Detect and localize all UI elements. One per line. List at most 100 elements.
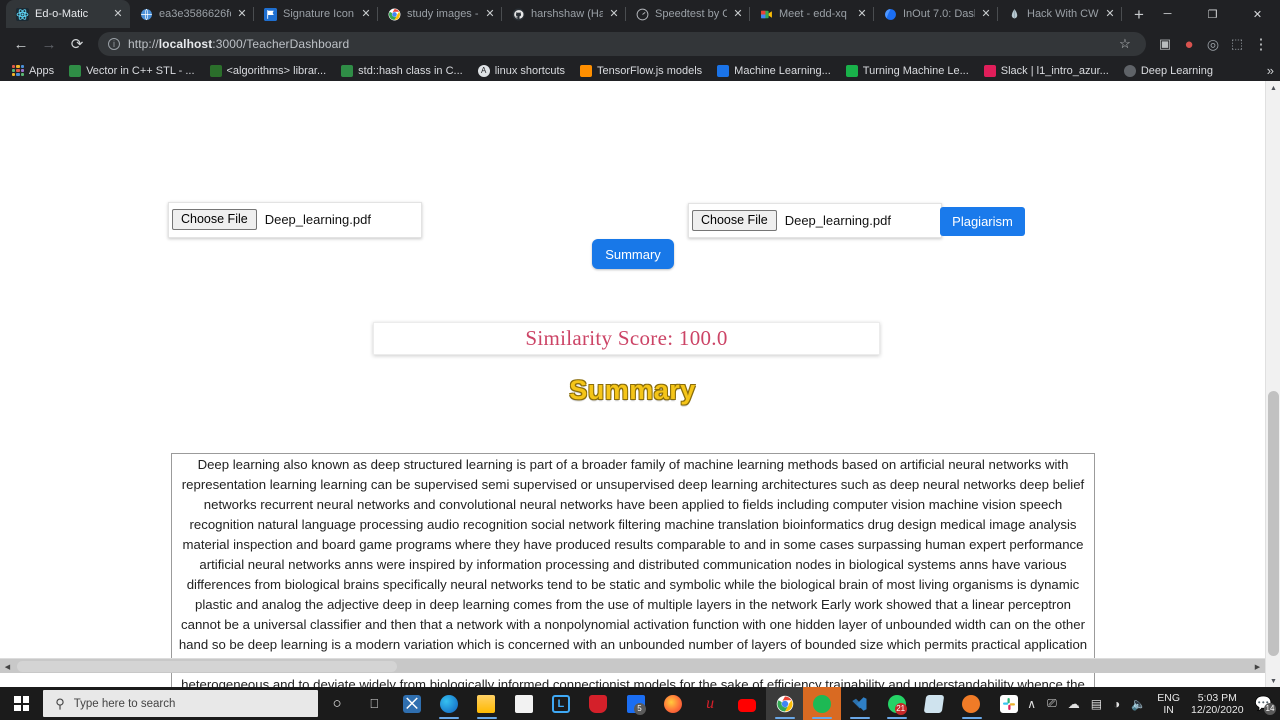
close-icon[interactable]: ✕ xyxy=(361,9,371,20)
microsoft-store-icon[interactable] xyxy=(505,687,542,720)
bookmark-item-2[interactable]: <algorithms> librar... xyxy=(204,64,333,77)
bookmark-item-3[interactable]: std::hash class in C... xyxy=(335,64,469,77)
summary-button[interactable]: Summary xyxy=(592,239,674,269)
taskbar-search[interactable]: ⚲ Type here to search xyxy=(43,690,319,717)
vscroll-thumb[interactable] xyxy=(1268,391,1279,656)
slack-icon[interactable] xyxy=(990,687,1027,720)
profile-avatar-icon[interactable]: ● xyxy=(1178,33,1200,55)
browser-tab-2[interactable]: Signature Icon ✕ xyxy=(254,0,378,28)
bookmark-item-8[interactable]: Slack | l1_intro_azur... xyxy=(978,64,1115,77)
url-text: http://localhost:3000/TeacherDashboard xyxy=(128,37,350,51)
close-icon[interactable]: ✕ xyxy=(1105,9,1115,20)
chrome-icon[interactable] xyxy=(766,687,804,720)
whatsapp-badge: 21 xyxy=(894,702,907,715)
snipping-tool-icon[interactable] xyxy=(393,687,430,720)
file-upload-left[interactable]: Choose File Deep_learning.pdf xyxy=(172,208,371,230)
choose-file-button-right[interactable]: Choose File xyxy=(692,209,777,231)
screen-cast-icon[interactable]: ⎚ xyxy=(1047,696,1057,711)
task-view-icon[interactable]: ⎕ xyxy=(356,687,393,720)
drive-icon xyxy=(717,64,730,77)
geeksforgeeks-icon xyxy=(69,64,82,77)
libre-office-icon[interactable]: L xyxy=(542,687,579,720)
youtube-icon[interactable] xyxy=(729,687,766,720)
bookmark-star-icon[interactable]: ☆ xyxy=(1114,33,1136,55)
maximize-button[interactable]: ❐ xyxy=(1190,0,1235,28)
tab-title: Signature Icon xyxy=(283,8,354,20)
firefox-icon[interactable] xyxy=(654,687,691,720)
browser-tab-4[interactable]: harshshaw (Ha ✕ xyxy=(502,0,626,28)
volume-icon[interactable]: 🔈 xyxy=(1131,697,1146,711)
orange-app-icon[interactable] xyxy=(953,687,990,720)
bookmark-item-9[interactable]: Deep Learning xyxy=(1118,64,1219,77)
wifi-icon[interactable]: ◑ xyxy=(1113,697,1120,711)
onedrive-cloud-icon[interactable]: ☁ xyxy=(1068,697,1080,711)
close-window-button[interactable]: ✕ xyxy=(1235,0,1280,28)
close-icon[interactable]: ✕ xyxy=(857,9,867,20)
close-icon[interactable]: ✕ xyxy=(113,9,123,20)
spotify-icon[interactable] xyxy=(803,687,841,720)
cortana-icon[interactable]: ○ xyxy=(318,687,355,720)
plagiarism-button[interactable]: Plagiarism xyxy=(940,207,1025,236)
vscode-icon[interactable] xyxy=(841,687,878,720)
address-bar[interactable]: i http://localhost:3000/TeacherDashboard… xyxy=(98,32,1146,56)
notifications-icon[interactable]: 💬 14 xyxy=(1255,695,1276,715)
browser-tab-1[interactable]: ea3e3586626fc ✕ xyxy=(130,0,254,28)
tray-overflow-icon[interactable]: ∧ xyxy=(1027,697,1036,711)
bookmarks-overflow-icon[interactable]: » xyxy=(1267,63,1274,78)
browser-tab-5[interactable]: Speedtest by O ✕ xyxy=(626,0,750,28)
bookmark-item-6[interactable]: Machine Learning... xyxy=(711,64,837,77)
browser-toolbar: ← → ⟳ i http://localhost:3000/TeacherDas… xyxy=(0,28,1280,60)
bookmark-item-apps[interactable]: Apps xyxy=(6,64,60,77)
browser-tab-6[interactable]: Meet - edd-xq ✕ xyxy=(750,0,874,28)
close-icon[interactable]: ✕ xyxy=(237,9,247,20)
extension-puzzle-icon[interactable]: ▣ xyxy=(1154,33,1176,55)
choose-file-button-left[interactable]: Choose File xyxy=(172,208,257,230)
mail-icon[interactable]: 5 xyxy=(617,687,654,720)
back-icon[interactable]: ← xyxy=(8,31,34,57)
bookmark-item-5[interactable]: TensorFlow.js models xyxy=(574,64,708,77)
battery-icon[interactable]: ▤ xyxy=(1091,697,1102,711)
close-icon[interactable]: ✕ xyxy=(733,9,743,20)
hscroll-thumb[interactable] xyxy=(17,661,397,672)
ulauncher-icon[interactable]: u xyxy=(691,687,728,720)
edge-icon[interactable] xyxy=(430,687,467,720)
scroll-left-icon[interactable]: ◀ xyxy=(0,659,15,674)
summary-body-text: Deep learning also known as deep structu… xyxy=(178,457,1088,689)
whatsapp-icon[interactable]: 21 xyxy=(878,687,915,720)
forward-icon[interactable]: → xyxy=(36,31,62,57)
bookmark-item-7[interactable]: Turning Machine Le... xyxy=(840,64,975,77)
scroll-right-icon[interactable]: ▶ xyxy=(1250,659,1265,674)
menu-kebab-icon[interactable]: ⋮ xyxy=(1250,33,1272,55)
bookmark-item-4[interactable]: A linux shortcuts xyxy=(472,64,571,77)
tab-title: harshshaw (Ha xyxy=(531,8,603,20)
vertical-scrollbar[interactable]: ▲ ▼ xyxy=(1265,81,1280,689)
paper-app-icon[interactable] xyxy=(915,687,952,720)
language-indicator[interactable]: ENG IN xyxy=(1157,692,1180,716)
horizontal-scrollbar[interactable]: ◀ ▶ xyxy=(0,658,1265,673)
bookmark-item-1[interactable]: Vector in C++ STL - ... xyxy=(63,64,200,77)
close-icon[interactable]: ✕ xyxy=(485,9,495,20)
file-upload-right[interactable]: Choose File Deep_learning.pdf xyxy=(692,209,891,231)
minimize-button[interactable]: ─ xyxy=(1145,0,1190,28)
apps-grid-icon xyxy=(12,64,24,77)
tab-title: Meet - edd-xq xyxy=(779,8,847,20)
similarity-score-text: Similarity Score: 100.0 xyxy=(525,326,728,350)
clock-time: 5:03 PM xyxy=(1197,691,1237,704)
browser-tab-8[interactable]: Hack With CW ✕ xyxy=(998,0,1122,28)
extensions-icon[interactable]: ⬚ xyxy=(1226,33,1248,55)
file-explorer-icon[interactable] xyxy=(468,687,505,720)
scroll-up-icon[interactable]: ▲ xyxy=(1266,81,1280,96)
tab-title: Hack With CW xyxy=(1027,8,1099,20)
start-button[interactable] xyxy=(0,687,43,720)
browser-tab-7[interactable]: InOut 7.0: Dash ✕ xyxy=(874,0,998,28)
avast-icon[interactable] xyxy=(580,687,617,720)
bookmark-label: <algorithms> librar... xyxy=(226,64,327,77)
reload-icon[interactable]: ⟳ xyxy=(64,31,90,57)
clock[interactable]: 5:03 PM 12/20/2020 xyxy=(1191,692,1244,716)
page-info-icon[interactable]: i xyxy=(108,38,120,50)
sync-icon[interactable]: ◎ xyxy=(1202,33,1224,55)
browser-tab-3[interactable]: study images - ✕ xyxy=(378,0,502,28)
close-icon[interactable]: ✕ xyxy=(981,9,991,20)
browser-tab-0[interactable]: Ed-o-Matic ✕ xyxy=(6,0,130,28)
close-icon[interactable]: ✕ xyxy=(609,9,619,20)
